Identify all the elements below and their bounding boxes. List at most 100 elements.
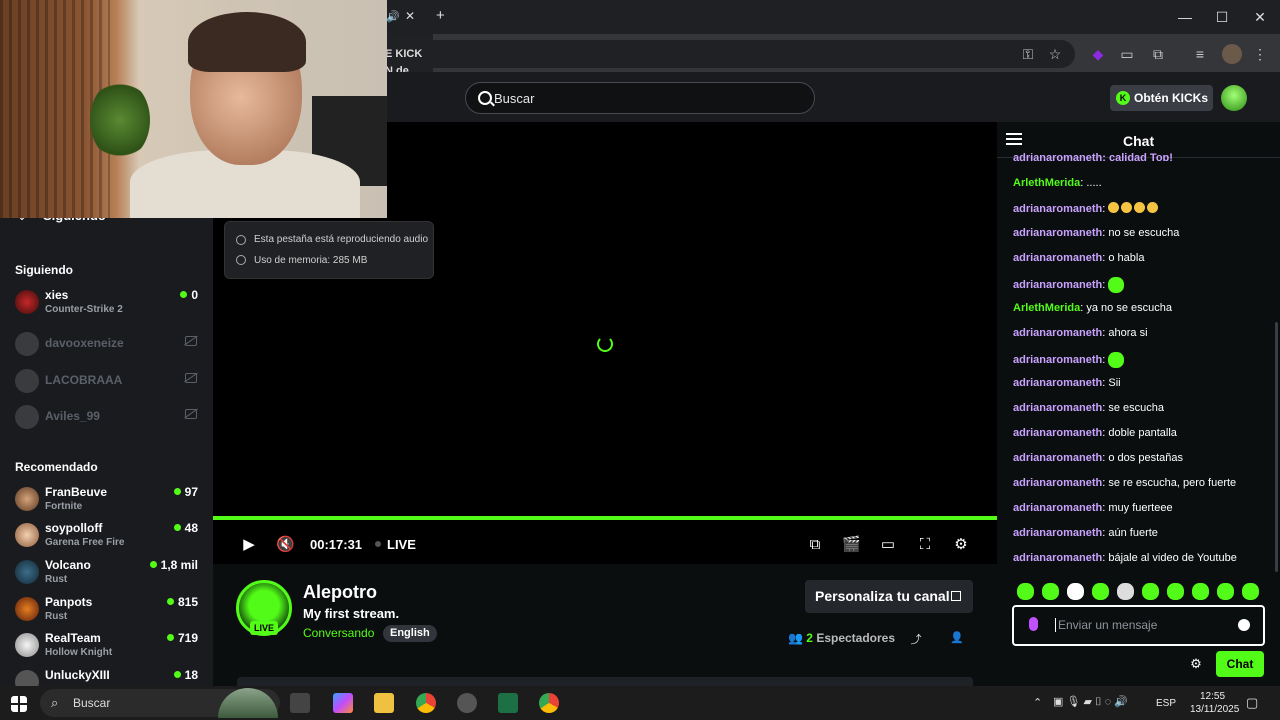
media-control-icon[interactable]: ≡ xyxy=(1190,44,1210,64)
search-input[interactable]: Buscar xyxy=(465,82,815,114)
clock-date: 13/11/2025 xyxy=(1190,704,1240,715)
extension-purple-icon[interactable]: ◆ xyxy=(1088,44,1108,64)
chat-username[interactable]: ArlethMerida xyxy=(1013,177,1080,189)
chat-username[interactable]: adrianaromaneth xyxy=(1013,354,1102,366)
get-kicks-button[interactable]: K Obtén KICKs xyxy=(1110,85,1213,111)
sidebar-item-aviles[interactable]: Aviles_99 xyxy=(15,403,205,435)
chat-username[interactable]: adrianaromaneth xyxy=(1013,252,1102,264)
chat-username[interactable]: adrianaromaneth xyxy=(1013,203,1102,215)
sidebar-item-panpots[interactable]: Panpots Rust 815 xyxy=(15,595,205,627)
close-window-button[interactable]: ✕ xyxy=(1248,6,1272,28)
new-tab-button[interactable]: + xyxy=(436,7,445,24)
language-tag[interactable]: English xyxy=(383,625,437,642)
picture-in-picture-icon[interactable]: ⧉ xyxy=(806,536,824,554)
windows-start-icon[interactable] xyxy=(11,696,27,712)
emoji-picker-icon[interactable] xyxy=(1238,619,1250,631)
channel-name: Volcano xyxy=(45,558,91,572)
avatar xyxy=(15,487,39,511)
chat-username[interactable]: adrianaromaneth xyxy=(1013,227,1102,239)
fullscreen-icon[interactable]: ⛶ xyxy=(916,536,934,554)
settings-gear-icon[interactable]: ⚙ xyxy=(952,536,970,554)
task-view-icon[interactable] xyxy=(290,693,310,713)
sidebar-item-volcano[interactable]: Volcano Rust 1,8 mil xyxy=(15,558,205,590)
chat-username[interactable]: adrianaromaneth xyxy=(1013,327,1102,339)
close-tab-icon[interactable]: ✕ xyxy=(405,9,415,23)
extensions-puzzle-icon[interactable]: ⧉ xyxy=(1148,44,1168,64)
microphone-icon[interactable] xyxy=(1029,617,1038,631)
sidebar-item-realteam[interactable]: RealTeam Hollow Knight 719 xyxy=(15,631,205,663)
sidebar-item-lacobraaa[interactable]: LACOBRAAA xyxy=(15,367,205,399)
bookmark-star-icon[interactable]: ☆ xyxy=(1045,44,1065,64)
minimize-button[interactable]: — xyxy=(1173,6,1197,28)
browser-menu-icon[interactable]: ⋮ xyxy=(1250,44,1270,64)
live-indicator[interactable]: LIVE xyxy=(375,537,416,552)
theater-mode-icon[interactable]: ▭ xyxy=(879,536,897,554)
chat-settings-icon[interactable]: ⚙ xyxy=(1189,657,1203,671)
chat-username[interactable]: adrianaromaneth xyxy=(1013,477,1102,489)
customize-channel-button[interactable]: Personaliza tu canal xyxy=(805,580,973,613)
sidebar-item-unluckyxiii[interactable]: UnluckyXIII 18 xyxy=(15,668,205,686)
emote-icon[interactable] xyxy=(1142,583,1159,600)
chat-send-button[interactable]: Chat xyxy=(1216,651,1264,677)
recording-app-icon[interactable] xyxy=(457,693,477,713)
share-icon[interactable]: ⤴ xyxy=(909,631,923,646)
recommended-title: Recomendado xyxy=(15,460,98,474)
collapse-chat-icon[interactable] xyxy=(1006,133,1022,147)
chat-username[interactable]: adrianaromaneth xyxy=(1013,427,1102,439)
customize-channel-label: Personaliza tu canal xyxy=(815,588,950,604)
tray-icons[interactable]: ▣ 🎙 ▰ ⌷ ◌ 🔊 xyxy=(1053,695,1128,709)
emote-icon[interactable] xyxy=(1092,583,1109,600)
sidebar-item-xies[interactable]: xies Counter-Strike 2 0 xyxy=(15,288,205,320)
chrome-profile-icon[interactable] xyxy=(539,693,559,713)
chrome-icon[interactable] xyxy=(416,693,436,713)
tab-title-partial: E KICK xyxy=(385,48,423,60)
file-explorer-icon[interactable] xyxy=(374,693,394,713)
chat-username[interactable]: adrianaromaneth xyxy=(1013,402,1102,414)
maximize-button[interactable]: ☐ xyxy=(1210,6,1234,28)
add-user-icon[interactable]: 👤 xyxy=(950,631,964,645)
chat-scrollbar[interactable] xyxy=(1275,322,1278,572)
play-icon[interactable]: ▶ xyxy=(240,536,258,554)
sidebar-item-soypolloff[interactable]: soypolloff Garena Free Fire 48 xyxy=(15,521,205,553)
chat-text: no se escucha xyxy=(1108,227,1180,239)
stream-category[interactable]: Conversando xyxy=(303,626,374,640)
clock[interactable]: 12:55 13/11/2025 xyxy=(1190,690,1240,716)
laughing-emoji-icon xyxy=(1108,202,1120,213)
extension-icon[interactable]: ▭ xyxy=(1117,44,1137,64)
chat-username[interactable]: adrianaromaneth xyxy=(1013,527,1102,539)
emote-icon[interactable] xyxy=(1017,583,1034,600)
search-placeholder: Buscar xyxy=(494,91,535,106)
stream-title: My first stream. xyxy=(303,606,400,621)
chat-username[interactable]: adrianaromaneth xyxy=(1013,279,1102,291)
notifications-icon[interactable]: ▢ xyxy=(1246,695,1258,711)
chat-username[interactable]: adrianaromaneth xyxy=(1013,377,1102,389)
channel-name[interactable]: Alepotro xyxy=(303,582,377,603)
chat-username[interactable]: adrianaromaneth xyxy=(1013,502,1102,514)
live-dot-icon xyxy=(173,524,181,531)
chat-username[interactable]: ArlethMerida xyxy=(1013,302,1080,314)
emote-icon[interactable] xyxy=(1117,583,1134,600)
emote-icon[interactable] xyxy=(1167,583,1184,600)
input-language[interactable]: ESP xyxy=(1156,698,1176,709)
emote-icon[interactable] xyxy=(1242,583,1259,600)
excel-icon[interactable] xyxy=(498,693,518,713)
key-icon[interactable]: ⚿ xyxy=(1018,44,1038,64)
sidebar-item-franbeuve[interactable]: FranBeuve Fortnite 97 xyxy=(15,485,205,517)
profile-avatar[interactable] xyxy=(1222,44,1242,64)
clip-icon[interactable]: 🎬 xyxy=(842,536,861,554)
emote-icon[interactable] xyxy=(1192,583,1209,600)
sidebar-item-davooxeneize[interactable]: davooxeneize xyxy=(15,330,205,362)
muted-volume-icon[interactable]: 🔇 xyxy=(276,536,295,554)
offline-icon xyxy=(185,336,197,346)
chat-username[interactable]: adrianaromaneth xyxy=(1013,452,1102,464)
tray-overflow-icon[interactable]: ⌃ xyxy=(1033,696,1042,709)
emote-icon[interactable] xyxy=(1067,583,1084,600)
emote-icon[interactable] xyxy=(1042,583,1059,600)
address-bar[interactable] xyxy=(420,40,1075,68)
chat-message: adrianaromaneth: Sii xyxy=(1013,377,1121,389)
chat-username[interactable]: adrianaromaneth xyxy=(1013,552,1102,564)
chat-text: Sii xyxy=(1108,377,1121,389)
copilot-icon[interactable] xyxy=(333,693,353,713)
emote-icon[interactable] xyxy=(1217,583,1234,600)
user-avatar[interactable] xyxy=(1221,85,1247,111)
